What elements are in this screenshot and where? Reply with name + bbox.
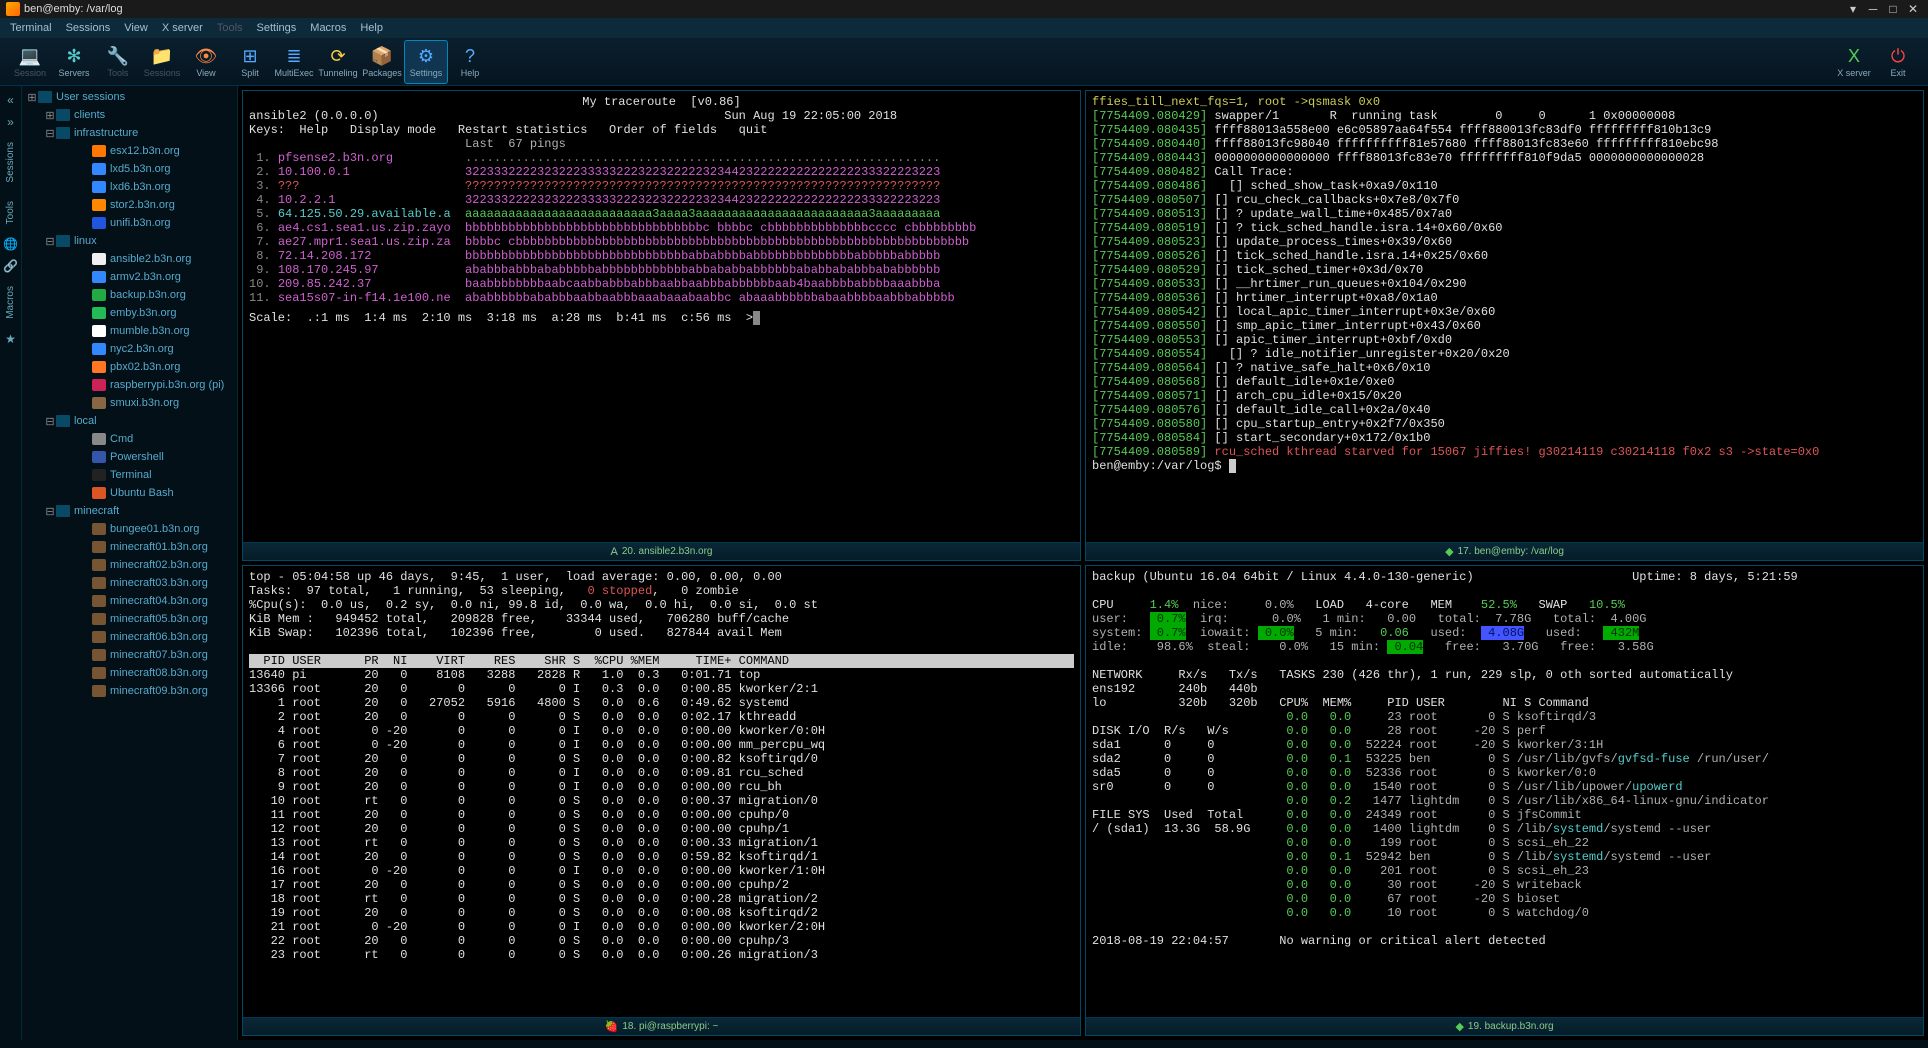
minimize-button[interactable]: ─ [1864, 2, 1882, 16]
tree-host-minecraft08-b3n-org[interactable]: minecraft08.b3n.org [22, 664, 237, 682]
pane-tab-br[interactable]: ◆19. backup.b3n.org [1086, 1017, 1923, 1035]
toolbar-packages[interactable]: 📦Packages [360, 40, 404, 84]
rail-expand-icon[interactable]: » [1, 112, 21, 132]
tree-folder-user-sessions[interactable]: ⊞User sessions [22, 88, 237, 106]
tree-host-minecraft03-b3n-org[interactable]: minecraft03.b3n.org [22, 574, 237, 592]
tree-host-ansible2-b3n-org[interactable]: ansible2.b3n.org [22, 250, 237, 268]
toolbar-session[interactable]: 💻Session [8, 40, 52, 84]
window-title: ben@emby: /var/log [24, 3, 123, 15]
tree-host-backup-b3n-org[interactable]: backup.b3n.org [22, 286, 237, 304]
toolbar-settings[interactable]: ⚙Settings [404, 40, 448, 84]
tree-host-cmd[interactable]: Cmd [22, 430, 237, 448]
toolbar: 💻Session✻Servers🔧Tools📁Sessions👁View⊞Spl… [0, 38, 1928, 86]
tree-host-lxd6-b3n-org[interactable]: lxd6.b3n.org [22, 178, 237, 196]
tree-host-raspberrypi-b3n-org-pi-[interactable]: raspberrypi.b3n.org (pi) [22, 376, 237, 394]
tree-host-minecraft07-b3n-org[interactable]: minecraft07.b3n.org [22, 646, 237, 664]
tree-host-minecraft04-b3n-org[interactable]: minecraft04.b3n.org [22, 592, 237, 610]
tree-host-minecraft06-b3n-org[interactable]: minecraft06.b3n.org [22, 628, 237, 646]
toolbar-split[interactable]: ⊞Split [228, 40, 272, 84]
menu-help[interactable]: Help [360, 22, 383, 34]
tree-host-minecraft05-b3n-org[interactable]: minecraft05.b3n.org [22, 610, 237, 628]
tree-host-pbx02-b3n-org[interactable]: pbx02.b3n.org [22, 358, 237, 376]
menu-macros[interactable]: Macros [310, 22, 346, 34]
rail-tab-sessions[interactable]: Sessions [5, 142, 16, 183]
tree-host-unifi-b3n-org[interactable]: unifi.b3n.org [22, 214, 237, 232]
menu-settings[interactable]: Settings [257, 22, 297, 34]
menubar: Terminal Sessions View X server Tools Setting… [0, 18, 1928, 38]
tree-host-bungee01-b3n-org[interactable]: bungee01.b3n.org [22, 520, 237, 538]
pane-tab-tl[interactable]: A20. ansible2.b3n.org [243, 542, 1080, 560]
toolbar-help[interactable]: ?Help [448, 40, 492, 84]
menu-x-server[interactable]: X server [162, 22, 203, 34]
toolbar-exit[interactable]: ⏻Exit [1876, 40, 1920, 84]
pane-top-left[interactable]: My traceroute [v0.86]ansible2 (0.0.0.0) … [242, 90, 1081, 561]
tree-host-stor2-b3n-org[interactable]: stor2.b3n.org [22, 196, 237, 214]
tree-host-terminal[interactable]: Terminal [22, 466, 237, 484]
close-button[interactable]: ✕ [1904, 2, 1922, 16]
toolbar-multiexec[interactable]: ≣MultiExec [272, 40, 316, 84]
window-titlebar: ben@emby: /var/log ▾ ─ □ ✕ [0, 0, 1928, 18]
tree-host-armv2-b3n-org[interactable]: armv2.b3n.org [22, 268, 237, 286]
tree-host-minecraft01-b3n-org[interactable]: minecraft01.b3n.org [22, 538, 237, 556]
toolbar-view[interactable]: 👁View [184, 40, 228, 84]
menu-sessions[interactable]: Sessions [66, 22, 111, 34]
pane-bottom-right[interactable]: backup (Ubuntu 16.04 64bit / Linux 4.4.0… [1085, 565, 1924, 1036]
maximize-button[interactable]: □ [1884, 2, 1902, 16]
tree-host-mumble-b3n-org[interactable]: mumble.b3n.org [22, 322, 237, 340]
menu-view[interactable]: View [124, 22, 148, 34]
toolbar-sessions[interactable]: 📁Sessions [140, 40, 184, 84]
toolbar-servers[interactable]: ✻Servers [52, 40, 96, 84]
tree-folder-local[interactable]: ⊟local [22, 412, 237, 430]
tree-folder-linux[interactable]: ⊟linux [22, 232, 237, 250]
menu-tools[interactable]: Tools [217, 22, 243, 34]
tree-host-emby-b3n-org[interactable]: emby.b3n.org [22, 304, 237, 322]
menu-terminal[interactable]: Terminal [10, 22, 52, 34]
tree-host-minecraft02-b3n-org[interactable]: minecraft02.b3n.org [22, 556, 237, 574]
tree-host-esx12-b3n-org[interactable]: esx12.b3n.org [22, 142, 237, 160]
app-icon [6, 2, 20, 16]
tree-folder-minecraft[interactable]: ⊟minecraft [22, 502, 237, 520]
toolbar-tunneling[interactable]: ⟳Tunneling [316, 40, 360, 84]
rail-collapse-icon[interactable]: « [1, 90, 21, 110]
terminal-panes: My traceroute [v0.86]ansible2 (0.0.0.0) … [238, 86, 1928, 1040]
rail-globe-icon[interactable]: 🌐 [1, 234, 21, 254]
rail-link-icon[interactable]: 🔗 [1, 256, 21, 276]
tree-folder-clients[interactable]: ⊞clients [22, 106, 237, 124]
rail-star-icon[interactable]: ★ [1, 329, 21, 349]
tree-host-ubuntu-bash[interactable]: Ubuntu Bash [22, 484, 237, 502]
tree-host-smuxi-b3n-org[interactable]: smuxi.b3n.org [22, 394, 237, 412]
tree-host-powershell[interactable]: Powershell [22, 448, 237, 466]
rail-tab-macros[interactable]: Macros [5, 286, 16, 319]
toolbar-x server[interactable]: XX server [1832, 40, 1876, 84]
rail-tab-tools[interactable]: Tools [5, 201, 16, 224]
pane-tab-tr[interactable]: ◆17. ben@emby: /var/log [1086, 542, 1923, 560]
tree-folder-infrastructure[interactable]: ⊟infrastructure [22, 124, 237, 142]
pane-tab-bl[interactable]: 🍓18. pi@raspberrypi: ~ [243, 1017, 1080, 1035]
toolbar-tools[interactable]: 🔧Tools [96, 40, 140, 84]
left-rail: « » Sessions Tools 🌐 🔗 Macros ★ [0, 86, 22, 1040]
tree-host-minecraft09-b3n-org[interactable]: minecraft09.b3n.org [22, 682, 237, 700]
pane-bottom-left[interactable]: top - 05:04:58 up 46 days, 9:45, 1 user,… [242, 565, 1081, 1036]
sessions-tree[interactable]: ⊞User sessions⊞clients⊟infrastructureesx… [22, 86, 238, 1040]
tree-host-lxd5-b3n-org[interactable]: lxd5.b3n.org [22, 160, 237, 178]
pane-top-right[interactable]: ffies_till_next_fqs=1, root ->qsmask 0x0… [1085, 90, 1924, 561]
tree-host-nyc2-b3n-org[interactable]: nyc2.b3n.org [22, 340, 237, 358]
dropdown-icon[interactable]: ▾ [1844, 2, 1862, 16]
